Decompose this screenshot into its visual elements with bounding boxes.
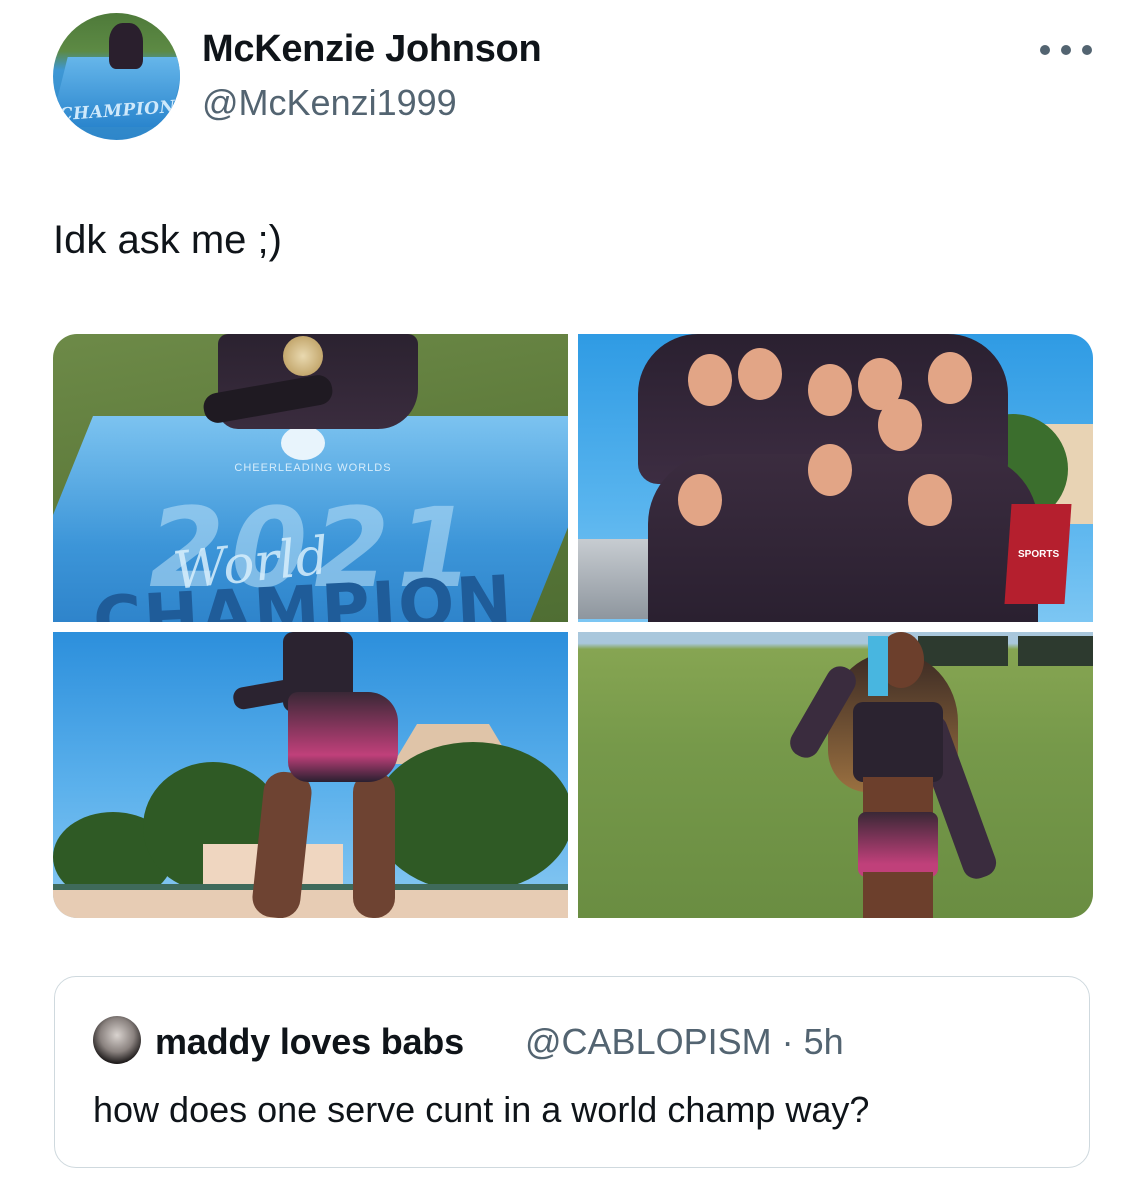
tweet-text: Idk ask me ;) — [53, 218, 282, 262]
quote-author-name[interactable]: maddy loves babs — [155, 1021, 464, 1063]
face — [908, 474, 952, 526]
sports-sign-text: SPORTS — [1018, 549, 1060, 560]
face — [808, 364, 852, 416]
legs — [863, 872, 933, 918]
top — [853, 702, 943, 782]
shorts — [858, 812, 938, 877]
author-handle[interactable]: @McKenzi1999 — [202, 82, 457, 124]
photo-blanket[interactable]: CHEERLEADING WORLDS 2021 World CHAMPION — [53, 334, 568, 622]
medal — [868, 636, 888, 696]
photo-pose[interactable] — [53, 632, 568, 918]
face — [808, 444, 852, 496]
quote-handle-time[interactable]: @CABLOPISM · 5h — [525, 1021, 844, 1063]
cheerleader-figure — [785, 632, 1001, 918]
tree — [373, 742, 568, 892]
more-dot — [1082, 45, 1092, 55]
quote-avatar[interactable] — [93, 1016, 141, 1064]
globe-logo-icon — [281, 426, 325, 460]
more-horizontal-icon[interactable] — [1040, 38, 1092, 62]
author-name[interactable]: McKenzie Johnson — [202, 28, 542, 71]
face — [928, 352, 972, 404]
avatar-person — [109, 23, 143, 69]
face — [688, 354, 732, 406]
photo-team[interactable]: SPORTS — [578, 334, 1093, 622]
cheerleader-figure — [231, 632, 398, 918]
quote-text: how does one serve cunt in a world champ… — [93, 1089, 870, 1130]
leg — [353, 772, 395, 918]
more-dot — [1061, 45, 1071, 55]
stomach — [863, 777, 933, 817]
photo-medal[interactable] — [578, 632, 1093, 918]
face — [878, 399, 922, 451]
more-dot — [1040, 45, 1050, 55]
trophy — [283, 336, 323, 376]
leg — [250, 769, 314, 918]
media-grid: CHEERLEADING WORLDS 2021 World CHAMPION … — [53, 334, 1093, 918]
quoted-tweet[interactable]: maddy loves babs @CABLOPISM · 5h how doe… — [54, 976, 1090, 1168]
face — [678, 474, 722, 526]
author-avatar[interactable]: CHAMPION — [53, 13, 180, 140]
face — [738, 348, 782, 400]
shorts — [288, 692, 398, 782]
blanket-logo-text: CHEERLEADING WORLDS — [234, 462, 392, 474]
tent — [1018, 636, 1093, 666]
